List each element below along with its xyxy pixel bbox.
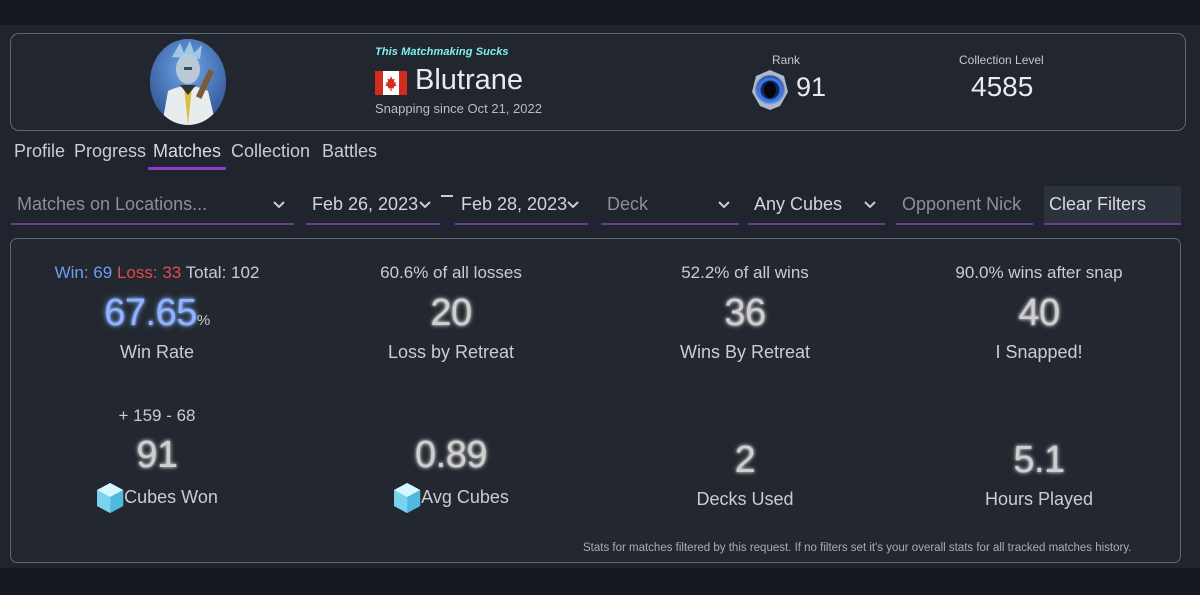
- date-to-value: Feb 28, 2023: [461, 194, 568, 214]
- decks-used-value: 2: [734, 439, 756, 481]
- rank-value: 91: [796, 72, 827, 102]
- win-rate-unit: %: [196, 312, 210, 329]
- avg-cubes-label-row: Avg Cubes: [393, 482, 509, 514]
- loss-retreat-label: Loss by Retreat: [387, 342, 515, 362]
- clear-filters-button[interactable]: Clear Filters: [1044, 186, 1181, 225]
- chevron-down-icon: [419, 201, 431, 209]
- win-count: 69: [93, 263, 113, 282]
- cubes-won-label-row: Cubes Won: [96, 482, 218, 514]
- win-retreat-label: Wins By Retreat: [679, 342, 811, 362]
- profile-tagline: This Matchmaking Sucks: [375, 46, 509, 58]
- win-rate-value: 67.65%: [104, 292, 210, 335]
- loss-count: 33: [162, 263, 182, 282]
- avg-cubes-value: 0.89: [415, 434, 487, 476]
- win-label: Win:: [54, 263, 89, 282]
- tab-profile[interactable]: Profile: [14, 141, 65, 162]
- date-from-value: Feb 26, 2023: [312, 194, 419, 214]
- win-loss-summary: Win: 69 Loss: 33 Total: 102: [55, 263, 260, 283]
- opponent-nick-placeholder: Opponent Nick: [902, 194, 1022, 214]
- opponent-nick-input[interactable]: Opponent Nick: [896, 186, 1033, 225]
- active-tab-indicator: [148, 167, 226, 170]
- player-name: Blutrane: [415, 64, 524, 96]
- cubes-won-label: Cubes Won: [124, 486, 218, 507]
- tab-progress[interactable]: Progress: [74, 141, 146, 162]
- rank-icon: [750, 68, 790, 112]
- loss-retreat-percent: 60.6% of all losses: [380, 263, 522, 282]
- hours-played-value: 5.1: [1013, 439, 1065, 481]
- loss-label: Loss:: [116, 263, 158, 282]
- cube-icon: [97, 483, 124, 513]
- chevron-down-icon: [864, 201, 876, 209]
- total-count: 102: [231, 263, 260, 282]
- date-from-field[interactable]: Feb 26, 2023: [306, 186, 440, 225]
- chevron-down-icon: [273, 201, 285, 209]
- tab-collection[interactable]: Collection: [231, 141, 310, 162]
- canada-flag-icon: [375, 71, 407, 95]
- avg-cubes-label: Avg Cubes: [421, 486, 509, 507]
- win-rate-label: Win Rate: [119, 342, 195, 362]
- loss-retreat-value: 20: [430, 292, 472, 334]
- total-label: Total:: [185, 263, 227, 282]
- date-to-field[interactable]: Feb 28, 2023: [455, 186, 588, 225]
- hours-played-label: Hours Played: [984, 489, 1094, 509]
- tab-battles[interactable]: Battles: [322, 141, 377, 162]
- chevron-down-icon: [567, 201, 579, 209]
- bottom-bar: [0, 568, 1200, 595]
- stats-card: [10, 238, 1181, 563]
- snapped-value: 40: [1018, 292, 1060, 334]
- date-range-separator: [441, 195, 453, 197]
- collection-level-value: 4585: [971, 71, 1034, 102]
- cubes-filter[interactable]: Any Cubes: [748, 186, 885, 225]
- win-retreat-value: 36: [724, 292, 766, 334]
- deck-filter[interactable]: Deck: [601, 186, 739, 225]
- snapping-since: Snapping since Oct 21, 2022: [375, 101, 542, 116]
- snapped-label: I Snapped!: [995, 342, 1083, 362]
- collection-level-label: Collection Level: [959, 53, 1044, 67]
- locations-filter[interactable]: Matches on Locations...: [11, 186, 294, 225]
- win-rate-number: 67.65: [104, 292, 197, 334]
- cubes-delta: + 159 - 68: [118, 406, 196, 425]
- cubes-won-value: 91: [136, 434, 178, 476]
- decks-used-label: Decks Used: [696, 489, 794, 509]
- tab-matches[interactable]: Matches: [153, 141, 221, 162]
- avatar: [150, 39, 226, 125]
- cube-icon: [394, 483, 421, 513]
- stats-footnote: Stats for matches filtered by this reque…: [583, 542, 1132, 554]
- top-bar: [0, 0, 1200, 25]
- win-retreat-percent: 52.2% of all wins: [681, 263, 809, 282]
- rank-label: Rank: [772, 53, 801, 67]
- cubes-filter-value: Any Cubes: [754, 194, 843, 214]
- deck-filter-placeholder: Deck: [607, 194, 649, 214]
- chevron-down-icon: [718, 201, 730, 209]
- snapped-percent: 90.0% wins after snap: [955, 263, 1123, 282]
- locations-filter-placeholder: Matches on Locations...: [17, 194, 208, 214]
